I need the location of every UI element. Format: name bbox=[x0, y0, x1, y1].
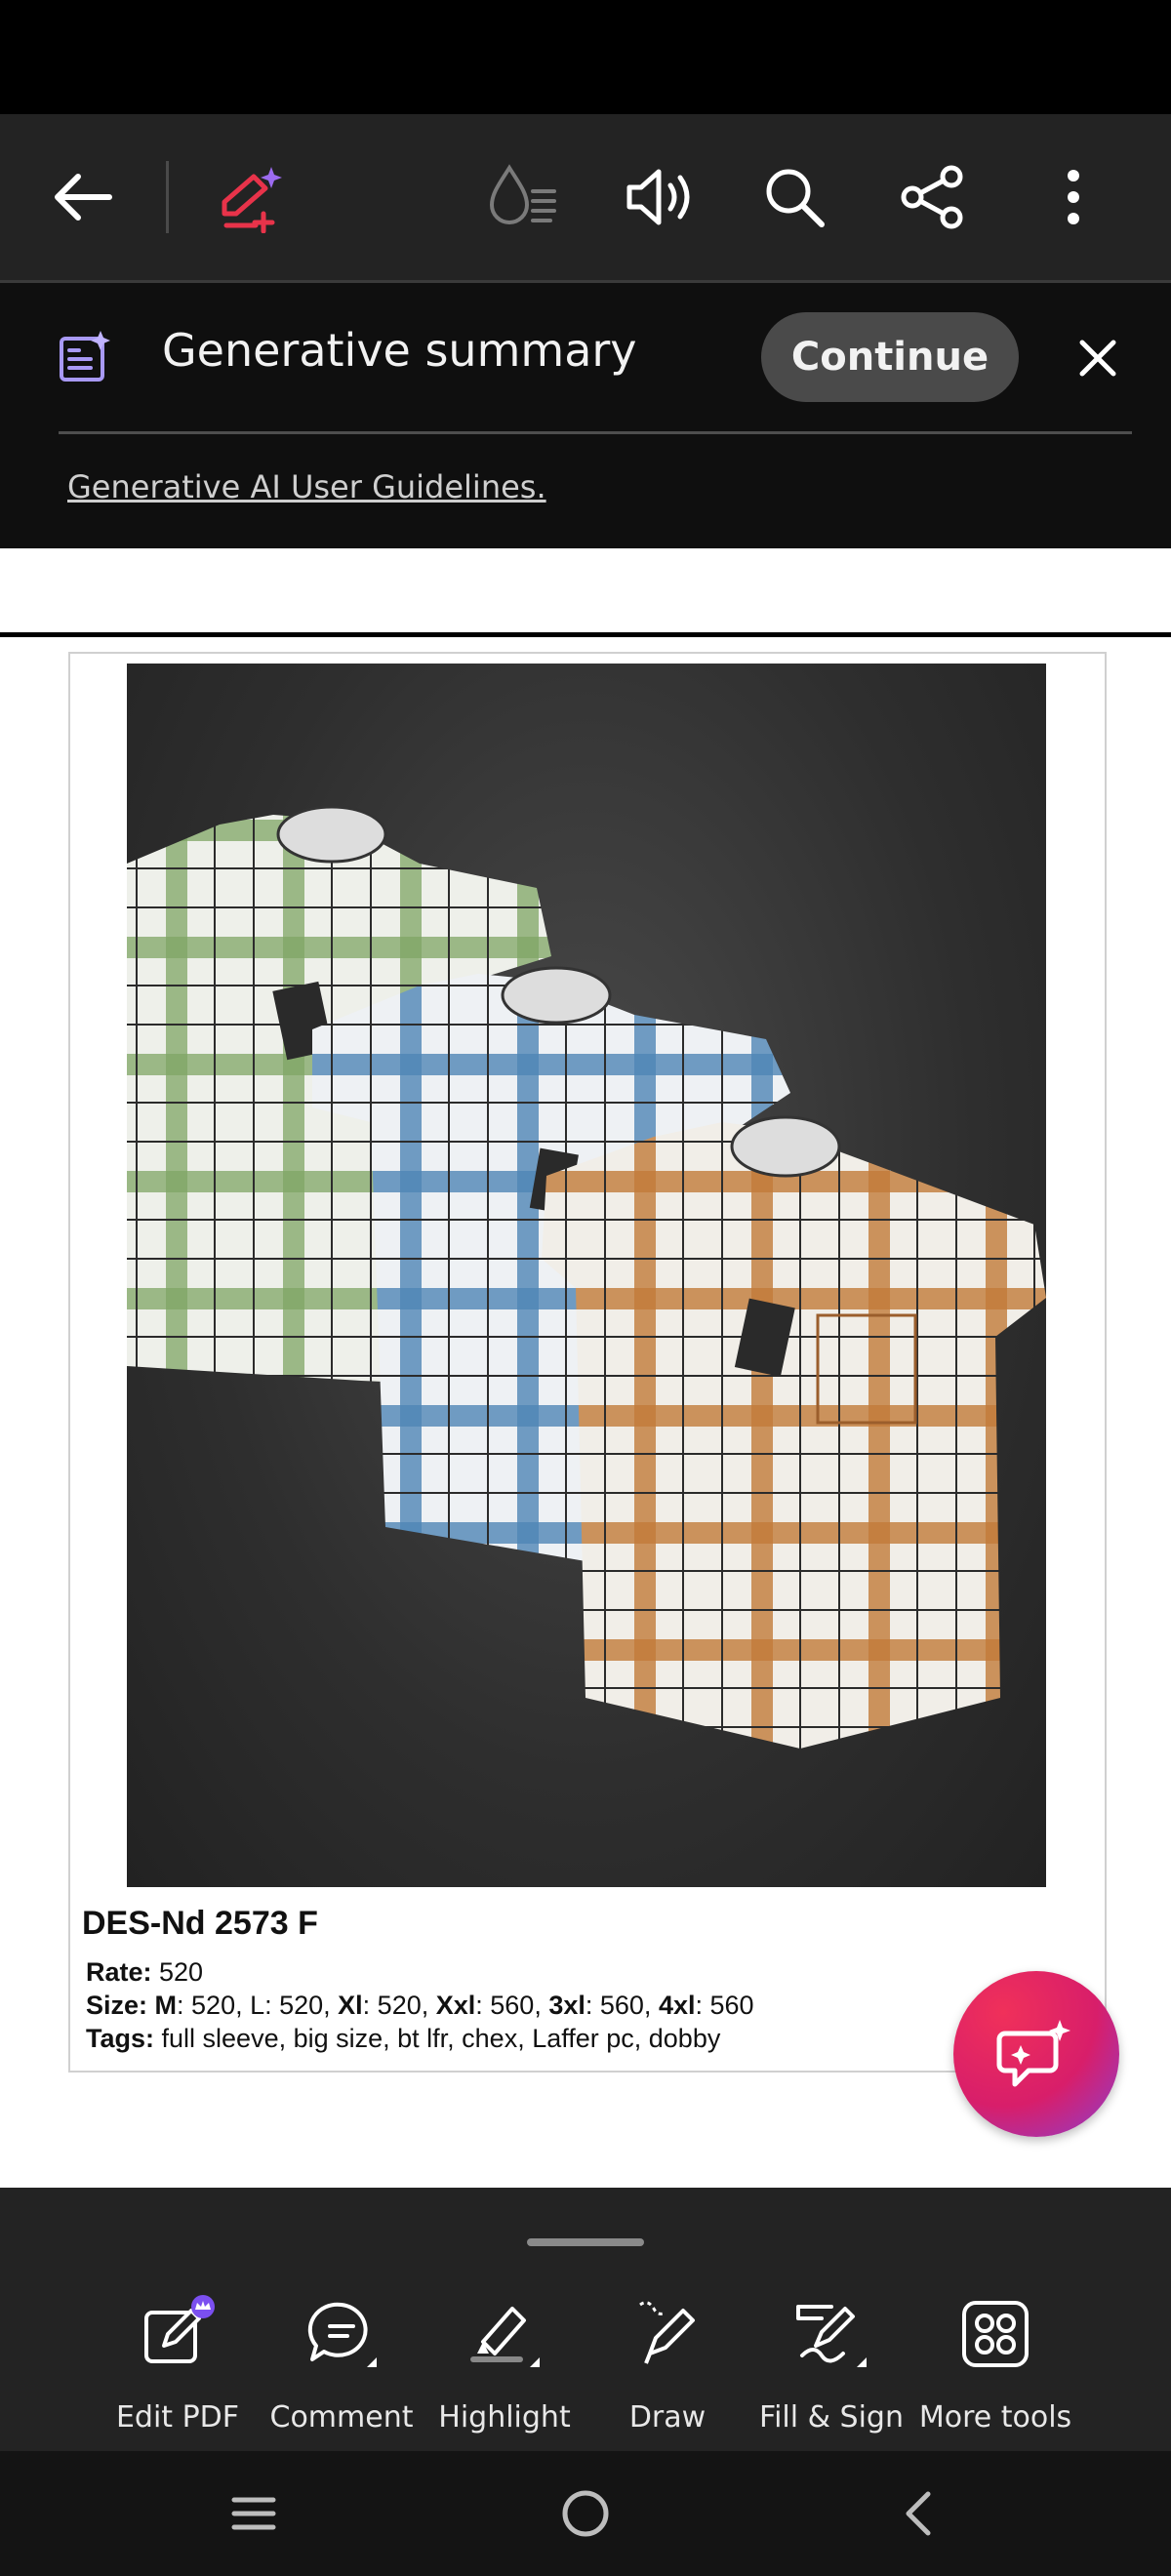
status-bar bbox=[0, 0, 1171, 114]
liquid-mode-icon[interactable] bbox=[483, 163, 561, 231]
pdf-page: DES-Nd 2573 F Rate: 520 Size: M: 520, L:… bbox=[68, 652, 1107, 2073]
back-arrow-icon[interactable] bbox=[49, 163, 117, 231]
tags-label: Tags: bbox=[86, 2024, 155, 2053]
tool-comment[interactable]: Comment bbox=[259, 2295, 424, 2441]
orange-shirt bbox=[542, 1122, 1046, 1749]
product-code: DES-Nd 2573 F bbox=[82, 1905, 318, 1942]
size-xl-value: : 520, bbox=[362, 1991, 436, 2020]
nav-back-icon[interactable] bbox=[888, 2484, 947, 2543]
size-3xl-label: 3xl bbox=[548, 1991, 586, 2020]
bottom-tools-panel: Edit PDF Comment Highlight Draw Fill & S… bbox=[0, 2188, 1171, 2451]
tags-value: full sleeve, big size, bt lfr, chex, Laf… bbox=[154, 2024, 721, 2053]
page-separator bbox=[0, 632, 1171, 637]
tool-fill-sign[interactable]: Fill & Sign bbox=[748, 2295, 914, 2441]
more-options-icon[interactable] bbox=[1054, 163, 1093, 231]
size-xl-label: Xl bbox=[338, 1991, 363, 2020]
size-4xl-value: : 560 bbox=[695, 1991, 754, 2020]
tags-line: Tags: full sleeve, big size, bt lfr, che… bbox=[86, 2024, 720, 2054]
tool-draw[interactable]: Draw bbox=[585, 2295, 750, 2441]
system-nav-bar bbox=[0, 2451, 1171, 2576]
ai-assistant-fab[interactable] bbox=[953, 1971, 1119, 2137]
continue-button[interactable]: Continue bbox=[761, 312, 1019, 402]
read-aloud-icon[interactable] bbox=[621, 163, 699, 231]
size-label: Size: bbox=[86, 1991, 148, 2020]
size-m-label: M bbox=[147, 1991, 178, 2020]
size-3xl-value: : 560, bbox=[585, 1991, 659, 2020]
size-line: Size: M: 520, L: 520, Xl: 520, Xxl: 560,… bbox=[86, 1991, 754, 2021]
generative-summary-icon bbox=[57, 328, 115, 386]
size-4xl-label: 4xl bbox=[658, 1991, 696, 2020]
edit-pdf-icon bbox=[144, 2295, 215, 2363]
search-icon[interactable] bbox=[759, 163, 829, 231]
home-icon[interactable] bbox=[556, 2484, 615, 2543]
top-toolbar bbox=[0, 114, 1171, 280]
tool-highlight[interactable]: Highlight bbox=[422, 2295, 587, 2441]
ai-chat-icon bbox=[996, 2020, 1070, 2087]
highlight-icon bbox=[470, 2307, 540, 2367]
tool-more-tools-label: More tools bbox=[918, 2400, 1072, 2435]
generative-summary-banner: Generative summary Continue Generative A… bbox=[0, 283, 1171, 548]
size-xxl-value: : 560, bbox=[475, 1991, 549, 2020]
ai-assistant-icon[interactable] bbox=[215, 161, 293, 235]
fill-sign-icon bbox=[796, 2305, 867, 2367]
recent-apps-icon[interactable] bbox=[224, 2484, 283, 2543]
generative-summary-title: Generative summary bbox=[162, 324, 637, 377]
share-icon[interactable] bbox=[896, 163, 970, 231]
rate-label: Rate: bbox=[86, 1957, 152, 1987]
ai-guidelines-link[interactable]: Generative AI User Guidelines. bbox=[67, 468, 546, 505]
panel-drag-handle[interactable] bbox=[527, 2238, 644, 2246]
tool-more-tools[interactable]: More tools bbox=[912, 2295, 1078, 2441]
product-photo bbox=[127, 664, 1046, 1887]
size-xxl-label: Xxl bbox=[435, 1991, 476, 2020]
more-tools-icon bbox=[962, 2301, 1029, 2367]
tool-edit-pdf[interactable]: Edit PDF bbox=[95, 2295, 261, 2441]
toolbar-divider bbox=[166, 161, 169, 233]
document-viewer[interactable]: DES-Nd 2573 F Rate: 520 Size: M: 520, L:… bbox=[0, 548, 1171, 2188]
rate-value: 520 bbox=[151, 1957, 204, 1987]
rate-line: Rate: 520 bbox=[86, 1957, 203, 1988]
comment-icon bbox=[307, 2302, 377, 2367]
size-m-value: : 520, L: 520, bbox=[177, 1991, 339, 2020]
draw-icon bbox=[639, 2301, 695, 2364]
banner-divider bbox=[59, 431, 1132, 434]
close-icon[interactable] bbox=[1073, 334, 1122, 382]
